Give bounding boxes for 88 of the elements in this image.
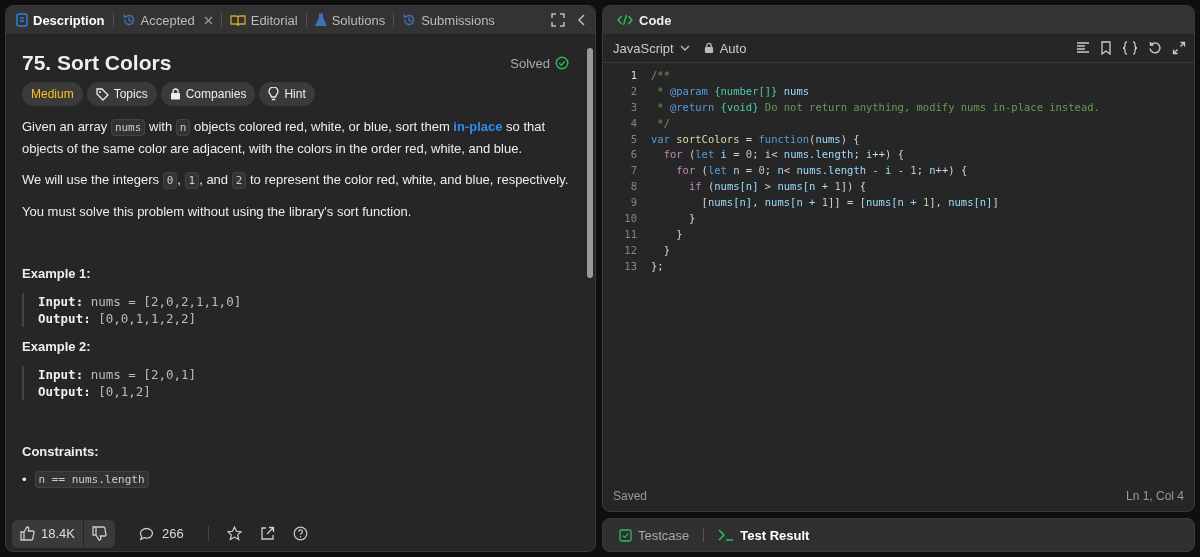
tag-chip[interactable]: Topics xyxy=(86,82,157,106)
code-line: for (let n = 0; n< nums.length - i - 1; n++) { xyxy=(675,164,968,177)
code-line: * @return {void} Do not return anything, modify nums in-place instead. xyxy=(656,100,1100,113)
dislike-button[interactable] xyxy=(84,519,115,548)
thumbs-down-icon xyxy=(92,526,107,541)
tag-chip[interactable]: Companies xyxy=(160,82,256,106)
code-line: [nums[n], nums[n + 1]] = [nums[n + 1], nums[n]] xyxy=(700,196,999,209)
save-status: Saved xyxy=(613,489,648,503)
line-number: 2 xyxy=(629,84,637,97)
tab[interactable]: Submissions xyxy=(400,12,497,28)
terminal-icon xyxy=(718,529,735,541)
fullscreen-icon[interactable] xyxy=(1172,41,1186,55)
collapse-icon[interactable] xyxy=(577,13,587,27)
constraints-title: Constraints: xyxy=(22,444,100,459)
description-paragraph: We will use the integers 0 , 1 , and 2 to represent the color red, white, and blue, respectively. xyxy=(22,171,569,191)
code-line: }; xyxy=(651,259,664,272)
example-line: Output: [0,0,1,1,2,2] xyxy=(38,310,198,327)
code-line: */ xyxy=(656,116,670,129)
in-place-link[interactable]: in-place xyxy=(453,119,503,134)
auto-mode-button[interactable]: Auto xyxy=(701,40,749,56)
expand-icon[interactable] xyxy=(551,13,565,27)
example-line: Output: [0,1,2] xyxy=(38,383,152,400)
line-number: 4 xyxy=(629,116,637,129)
code-line: for (let i = 0; i< nums.length; i++) { xyxy=(662,148,904,161)
braces-icon[interactable] xyxy=(1122,41,1138,55)
tab[interactable]: Test Result xyxy=(712,526,816,544)
check-circle-icon xyxy=(555,56,569,70)
chevron-down-icon xyxy=(679,45,690,51)
line-number: 11 xyxy=(623,227,637,240)
lock-icon xyxy=(169,88,181,100)
problem-title: 75. Sort Colors xyxy=(22,51,173,75)
line-number: 6 xyxy=(629,148,637,161)
code-line: } xyxy=(662,243,670,256)
example-line: Input: nums = [2,0,2,1,1,0] xyxy=(38,293,243,310)
bullet: • xyxy=(22,472,27,487)
tag-chip[interactable]: Medium xyxy=(22,82,83,106)
checkbox-icon xyxy=(619,528,632,542)
code-line: } xyxy=(675,227,683,240)
line-number: 13 xyxy=(623,259,637,272)
tag-chip[interactable]: Hint xyxy=(259,82,315,106)
lightbulb-icon xyxy=(268,87,280,101)
tab[interactable]: Editorial xyxy=(227,12,300,28)
description-paragraph: Given an array nums with n objects colored red, white, or blue, sort them in-place so that objects of the same color are adjacent, with the colors in the order red, white, and blue. xyxy=(22,118,547,158)
lock-icon xyxy=(703,42,714,54)
panel-title: Code xyxy=(639,12,672,28)
code-line: } xyxy=(687,211,696,224)
cursor-position: Ln 1, Col 4 xyxy=(1125,489,1184,503)
thumbs-up-icon xyxy=(20,526,35,541)
code-icon xyxy=(617,14,633,26)
code-line: /** xyxy=(651,68,670,81)
line-number: 10 xyxy=(623,211,637,224)
line-number: 1 xyxy=(629,68,637,81)
format-icon[interactable] xyxy=(1076,42,1090,54)
document-icon xyxy=(16,13,28,27)
description-paragraph: You must solve this problem without using the library's sort function. xyxy=(22,203,413,221)
example-title: Example 2: xyxy=(22,339,92,354)
bookmark-icon[interactable] xyxy=(1100,41,1112,55)
line-number: 12 xyxy=(623,243,637,256)
like-button[interactable]: 18.4K xyxy=(12,519,83,548)
tab[interactable]: Solutions xyxy=(312,12,388,28)
example-title: Example 1: xyxy=(22,266,92,281)
tab[interactable]: Testcase xyxy=(613,526,696,544)
tag-icon xyxy=(95,87,109,101)
history-icon xyxy=(402,13,417,27)
book-icon xyxy=(229,13,246,27)
comment-icon xyxy=(139,526,154,541)
language-dropdown[interactable]: JavaScript xyxy=(611,40,692,56)
line-number: 9 xyxy=(629,196,637,209)
code-line: var sortColors = function(nums) { xyxy=(651,132,860,145)
solved-status: Solved xyxy=(510,55,550,71)
comments-button[interactable]: 266 xyxy=(133,525,190,542)
example-line: Input: nums = [2,0,1] xyxy=(38,366,198,383)
share-icon[interactable] xyxy=(259,526,275,541)
line-number: 5 xyxy=(629,132,637,145)
close-icon[interactable] xyxy=(203,15,213,25)
history-icon xyxy=(121,13,136,27)
reset-icon[interactable] xyxy=(1148,41,1162,55)
code-line: * @param {number[]} nums xyxy=(656,84,810,97)
line-number: 8 xyxy=(629,180,637,193)
tab[interactable]: Accepted xyxy=(119,12,215,28)
line-number: 3 xyxy=(629,100,637,113)
flask-icon xyxy=(314,13,327,27)
code-line: if (nums[n] > nums[n + 1]) { xyxy=(687,180,866,193)
line-number: 7 xyxy=(629,164,637,177)
star-icon[interactable] xyxy=(226,526,242,541)
constraint-code: n == nums.length xyxy=(34,471,149,488)
help-icon[interactable] xyxy=(292,526,308,541)
tab[interactable]: Description xyxy=(14,12,107,28)
